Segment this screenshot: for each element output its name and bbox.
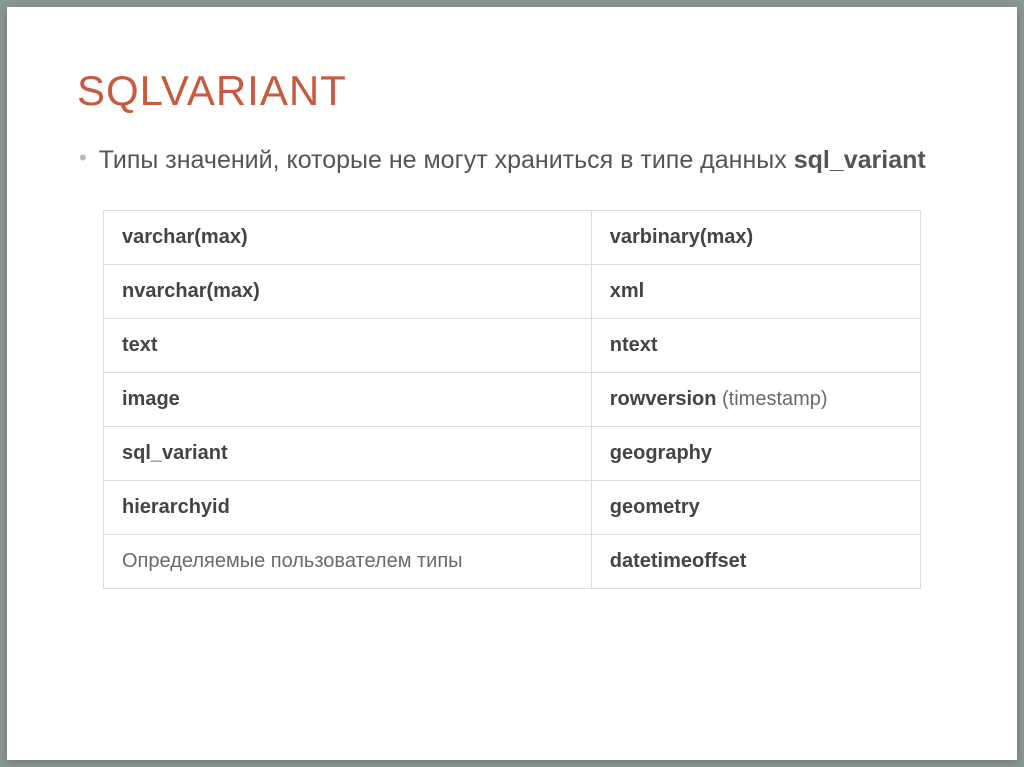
types-table: varchar(max) varbinary(max) nvarchar(max… (103, 210, 921, 589)
cell-left-3: image (104, 373, 592, 427)
cell-left-2: text (104, 319, 592, 373)
cell-right-5: geometry (591, 481, 920, 535)
cell-left-6: Определяемые пользователем типы (104, 535, 592, 589)
table-row: varchar(max) varbinary(max) (104, 211, 921, 265)
page-title: SQLVARIANT (77, 67, 947, 115)
bullet-marker: • (79, 143, 87, 174)
bullet-strong: sql_variant (794, 146, 926, 174)
cell-right-0: varbinary(max) (591, 211, 920, 265)
types-table-wrap: varchar(max) varbinary(max) nvarchar(max… (77, 210, 947, 589)
table-row: image rowversion (timestamp) (104, 373, 921, 427)
cell-left-4: sql_variant (104, 427, 592, 481)
table-row: nvarchar(max) xml (104, 265, 921, 319)
table-row: text ntext (104, 319, 921, 373)
cell-right-6: datetimeoffset (591, 535, 920, 589)
table-row: sql_variant geography (104, 427, 921, 481)
bullet-item: • Типы значений, которые не могут хранит… (77, 143, 947, 178)
cell-right-3: rowversion (timestamp) (591, 373, 920, 427)
cell-right-3-main: rowversion (610, 388, 717, 410)
cell-right-3-paren: (timestamp) (716, 388, 827, 410)
bullet-text: Типы значений, которые не могут хранитьс… (99, 143, 926, 178)
cell-right-1: xml (591, 265, 920, 319)
cell-left-0: varchar(max) (104, 211, 592, 265)
cell-left-5: hierarchyid (104, 481, 592, 535)
slide: SQLVARIANT • Типы значений, которые не м… (7, 7, 1017, 760)
table-row: hierarchyid geometry (104, 481, 921, 535)
bullet-pre: Типы значений, которые не могут хранитьс… (99, 146, 794, 174)
cell-right-4: geography (591, 427, 920, 481)
cell-left-1: nvarchar(max) (104, 265, 592, 319)
table-row: Определяемые пользователем типы datetime… (104, 535, 921, 589)
cell-right-2: ntext (591, 319, 920, 373)
